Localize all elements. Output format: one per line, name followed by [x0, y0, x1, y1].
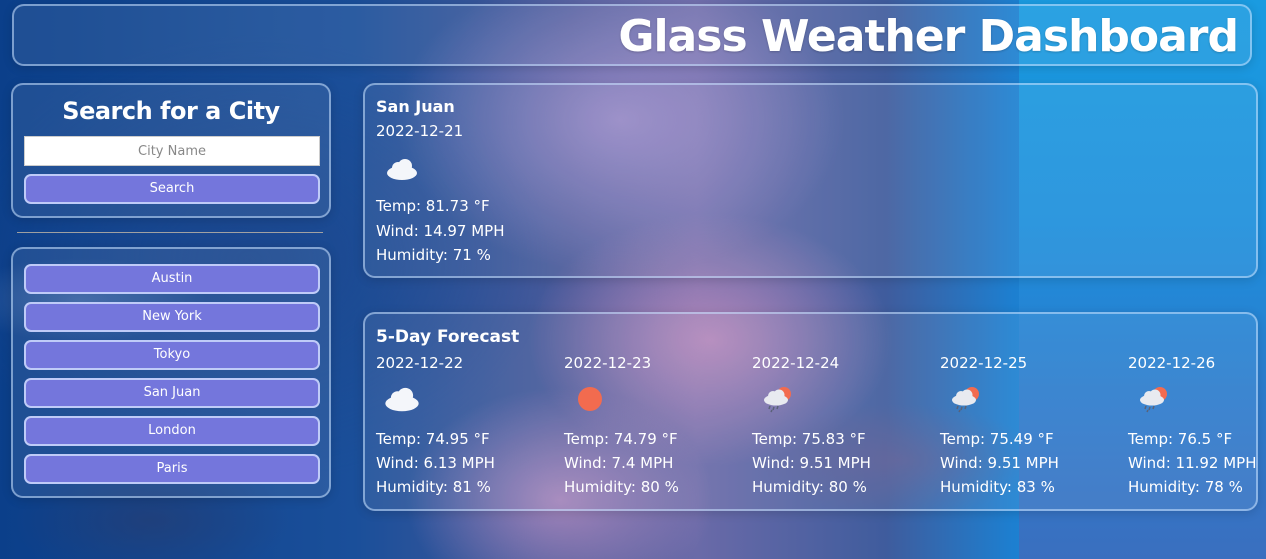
forecast-humidity: Humidity: 80 %	[564, 478, 679, 496]
forecast-date: 2022-12-26	[1128, 354, 1216, 372]
forecast-date: 2022-12-22	[376, 354, 464, 372]
history-button-tokyo[interactable]: Tokyo	[24, 340, 320, 370]
forecast-day-card: 2022-12-26 Temp: 76.5 °F Wind: 11.92 MPH…	[1128, 354, 1266, 504]
forecast-humidity: Humidity: 78 %	[1128, 478, 1243, 496]
forecast-temp: Temp: 74.79 °F	[564, 430, 678, 448]
rain-sun-cloud-icon	[764, 387, 791, 413]
forecast-wind: Wind: 6.13 MPH	[376, 454, 495, 472]
current-wind: Wind: 14.97 MPH	[376, 222, 505, 240]
forecast-temp: Temp: 74.95 °F	[376, 430, 490, 448]
forecast-day-card: 2022-12-23 Temp: 74.79 °F Wind: 7.4 MPH …	[564, 354, 744, 504]
forecast-humidity: Humidity: 80 %	[752, 478, 867, 496]
history-button-san-juan[interactable]: San Juan	[24, 378, 320, 408]
search-heading: Search for a City	[62, 97, 280, 125]
sun-icon	[578, 387, 602, 411]
forecast-day-card: 2022-12-25 Temp: 75.49 °F Wind: 9.51 MPH…	[940, 354, 1120, 504]
forecast-wind: Wind: 9.51 MPH	[752, 454, 871, 472]
forecast-humidity: Humidity: 81 %	[376, 478, 491, 496]
page-title: Glass Weather Dashboard	[618, 11, 1239, 62]
forecast-wind: Wind: 7.4 MPH	[564, 454, 674, 472]
forecast-panel: 5-Day Forecast 2022-12-22 Temp: 74.95 °F…	[363, 312, 1258, 511]
search-history-panel: Austin New York Tokyo San Juan London Pa…	[11, 247, 331, 498]
forecast-wind: Wind: 11.92 MPH	[1128, 454, 1257, 472]
header-bar: Glass Weather Dashboard	[12, 4, 1252, 66]
history-button-new-york[interactable]: New York	[24, 302, 320, 332]
forecast-day-card: 2022-12-22 Temp: 74.95 °F Wind: 6.13 MPH…	[376, 354, 556, 504]
divider	[17, 232, 323, 233]
forecast-date: 2022-12-25	[940, 354, 1028, 372]
forecast-date: 2022-12-23	[564, 354, 652, 372]
current-humidity: Humidity: 71 %	[376, 246, 491, 264]
forecast-temp: Temp: 76.5 °F	[1128, 430, 1233, 448]
cloud-icon	[385, 387, 419, 412]
forecast-date: 2022-12-24	[752, 354, 840, 372]
forecast-temp: Temp: 75.49 °F	[940, 430, 1054, 448]
forecast-title: 5-Day Forecast	[376, 327, 520, 347]
search-panel: Search for a City Search	[11, 83, 331, 218]
forecast-wind: Wind: 9.51 MPH	[940, 454, 1059, 472]
current-city: San Juan	[376, 97, 455, 116]
forecast-humidity: Humidity: 83 %	[940, 478, 1055, 496]
rain-sun-cloud-icon	[952, 387, 979, 413]
history-button-austin[interactable]: Austin	[24, 264, 320, 294]
current-temp: Temp: 81.73 °F	[376, 197, 490, 215]
rain-sun-cloud-icon	[1140, 387, 1167, 413]
cloud-icon	[387, 159, 417, 180]
current-weather-panel: San Juan 2022-12-21 Temp: 81.73 °F Wind:…	[363, 83, 1258, 278]
forecast-temp: Temp: 75.83 °F	[752, 430, 866, 448]
history-button-london[interactable]: London	[24, 416, 320, 446]
city-search-input[interactable]	[24, 136, 320, 166]
search-button[interactable]: Search	[24, 174, 320, 204]
history-button-paris[interactable]: Paris	[24, 454, 320, 484]
forecast-day-card: 2022-12-24 Temp: 75.83 °F Wind: 9.51 MPH…	[752, 354, 932, 504]
current-date: 2022-12-21	[376, 122, 464, 140]
